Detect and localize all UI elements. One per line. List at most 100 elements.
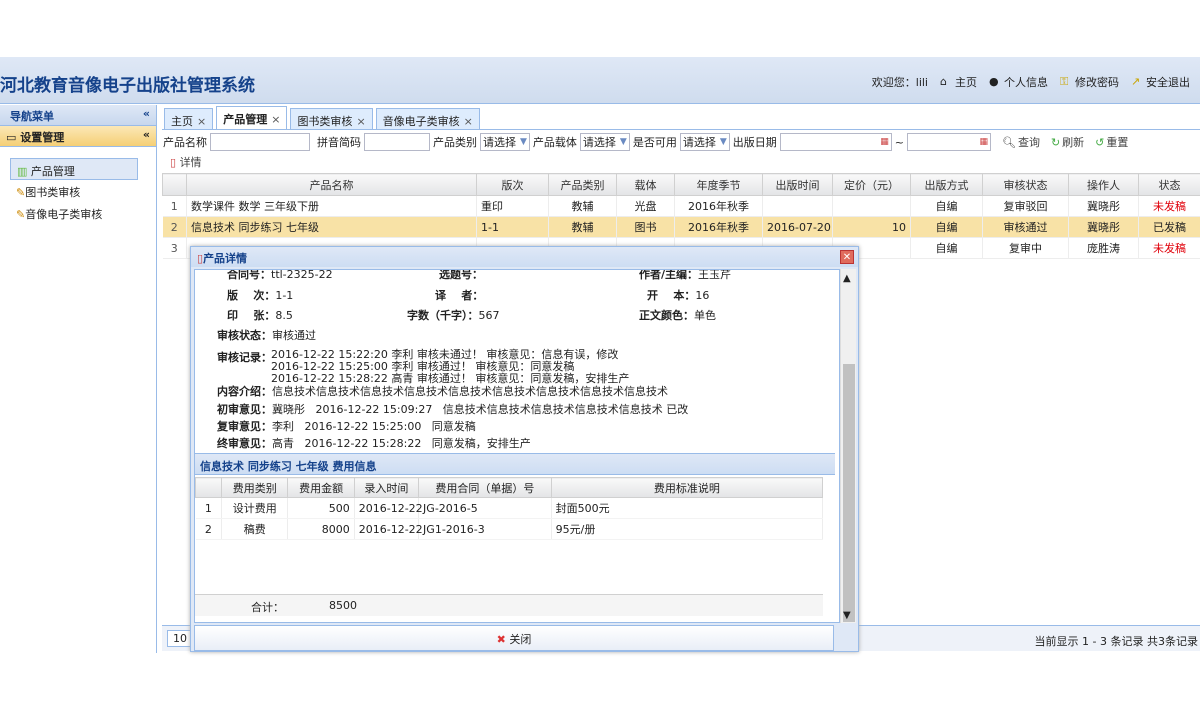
tab-close-icon[interactable]: × (197, 115, 206, 128)
welcome-text: 欢迎您：lili (871, 76, 928, 89)
exit-icon: ↗ (1131, 75, 1141, 88)
col-name[interactable]: 产品名称 (186, 173, 477, 196)
detail-button[interactable]: ▯ 详情 (162, 152, 1200, 172)
translator-field: 译 者： (435, 289, 484, 302)
first-review-field: 初审意见：冀晓彤 2016-12-22 15:09:27 信息技术信息技术信息技… (217, 403, 689, 416)
fee-col-desc[interactable]: 费用标准说明 (550, 477, 824, 498)
pinyin-input[interactable] (364, 133, 430, 151)
fee-section-title: 信息技术 同步练习 七年级 费用信息 (195, 453, 835, 475)
chevron-down-icon[interactable]: ▼ (843, 610, 851, 621)
section-toggle-icon[interactable]: « (143, 128, 150, 141)
col-method[interactable]: 出版方式 (910, 173, 983, 196)
home-icon: ⌂ (940, 75, 947, 88)
filter-bar: 产品名称 拼音简码 产品类别 请选择 ▼ 产品载体 请选择 ▼ 是否可用 请选择 ▼ … (162, 132, 1200, 152)
sidebar: 导航菜单 « ▭ 设置管理 « ▥ 产品管理 ✎图书类审核 ✎音像电子类审核 (0, 105, 157, 653)
col-status[interactable]: 状态 (1138, 173, 1200, 196)
col-operator[interactable]: 操作人 (1068, 173, 1139, 196)
dialog-header: ▯产品详情 ✕ (191, 247, 858, 267)
sidebar-item-av-review[interactable]: ✎音像电子类审核 (10, 202, 138, 224)
reset-icon: ↺ (1095, 135, 1105, 149)
change-password-link[interactable]: ⚿ 修改密码 (1060, 74, 1119, 90)
col-media[interactable]: 载体 (616, 173, 675, 196)
col-season[interactable]: 年度季节 (674, 173, 763, 196)
top-nav: 欢迎您：lili ⌂ 主页 ● 个人信息 ⚿ 修改密码 ↗ 安全退出 (872, 74, 1190, 90)
query-button[interactable]: 🔍︎ 查询 (1002, 134, 1040, 150)
fee-col-time[interactable]: 录入时间 (353, 477, 420, 498)
product-name-input[interactable] (210, 133, 310, 151)
sidebar-header: 导航菜单 « (0, 105, 156, 126)
words-field: 字数（千字）：567 (407, 309, 500, 322)
col-index (162, 173, 187, 196)
sidebar-section-settings[interactable]: ▭ 设置管理 « (0, 126, 156, 147)
second-review-field: 复审意见：李利 2016-12-22 15:25:00 同意发稿 (217, 420, 476, 433)
header: 河北教育音像电子出版社管理系统 欢迎您：lili ⌂ 主页 ● 个人信息 ⚿ 修改密码… (0, 57, 1200, 104)
table-row[interactable]: 2 信息技术 同步练习 七年级 1-1 教辅 图书 2016年秋季 2016-07-20 10… (162, 216, 1200, 238)
topic-field: 选题号： (439, 269, 483, 281)
chevron-down-icon: ▼ (719, 137, 727, 147)
sheets-field: 印 张：8.5 (227, 309, 293, 322)
fee-col-contract[interactable]: 费用合同（单据）号 (418, 477, 552, 498)
fee-header-row: 费用类别 费用金额 录入时间 费用合同（单据）号 费用标准说明 (195, 477, 824, 498)
fee-sum-row: 合计： 8500 (195, 594, 823, 616)
fee-grid: 费用类别 费用金额 录入时间 费用合同（单据）号 费用标准说明 1 设计费用 500… (195, 477, 835, 540)
chevron-down-icon: ▼ (520, 137, 527, 147)
table-row[interactable]: 2 稿费 8000 2016-12-22 JG1-2016-3 95元/册 (195, 518, 824, 540)
available-select[interactable]: 请选择 ▼ (679, 133, 730, 151)
tab-close-icon[interactable]: × (356, 115, 365, 128)
table-row[interactable]: 1 数学课件 数学 三年级下册 重印 教辅 光盘 2016年秋季 自编 复审驳回 冀晓彤 未发稿 (162, 195, 1200, 217)
refresh-icon: ↻ (1050, 135, 1061, 149)
tab-home[interactable]: 主页 × (164, 108, 214, 129)
tab-book-review[interactable]: 图书类审核 × (290, 108, 373, 129)
col-type[interactable]: 产品类别 (548, 173, 617, 196)
collapse-sidebar-icon[interactable]: « (143, 107, 150, 120)
product-detail-dialog: ▯产品详情 ✕ 合同号：ttl-2325-22 选题号： 作者/主编：王玉芹 版… (190, 246, 859, 652)
logout-link[interactable]: ↗ 安全退出 (1131, 74, 1190, 90)
format-field: 开 本：16 (647, 289, 710, 302)
close-icon[interactable]: ✕ (840, 250, 854, 264)
edit-icon: ✎ (16, 208, 26, 221)
calendar-icon[interactable]: ▦ (880, 137, 889, 147)
fee-col-type[interactable]: 费用类别 (221, 477, 289, 498)
tab-av-review[interactable]: 音像电子类审核 × (375, 108, 480, 129)
table-row[interactable]: 1 设计费用 500 2016-12-22 JG-2016-5 封面500元 (195, 497, 824, 519)
key-icon: ⚿ (1060, 75, 1069, 88)
tab-close-icon[interactable]: × (464, 115, 473, 128)
color-field: 正文颜色：单色 (639, 309, 716, 322)
profile-link[interactable]: ● 个人信息 (989, 74, 1048, 90)
media-select[interactable]: 请选择 ▼ (579, 133, 630, 151)
date-to-input[interactable]: ▦ (906, 133, 991, 151)
review-record-field: 审核记录： 2016-12-22 15:22:20 李利 审核未通过！ 审核意见… (217, 348, 630, 385)
tab-bar: 主页 × 产品管理 × 图书类审核 × 音像电子类审核 × (162, 105, 1200, 130)
chevron-up-icon[interactable]: ▲ (843, 273, 851, 284)
review-status-field: 审核状态：审核通过 (217, 329, 316, 342)
tab-close-icon[interactable]: × (271, 113, 280, 126)
contract-field: 合同号：ttl-2325-22 (227, 269, 333, 281)
col-pubdate[interactable]: 出版时间 (762, 173, 833, 196)
col-price[interactable]: 定价（元） (832, 173, 911, 196)
folder-icon: ▭ (6, 131, 17, 144)
scrollbar-thumb[interactable] (843, 364, 855, 622)
reset-button[interactable]: ↺ 重置 (1095, 134, 1128, 150)
refresh-button[interactable]: ↻ 刷新 (1051, 134, 1084, 150)
dialog-scrollbar[interactable]: ▲ ▼ (840, 269, 856, 623)
col-edition[interactable]: 版次 (476, 173, 549, 196)
app-title: 河北教育音像电子出版社管理系统 (0, 76, 255, 96)
type-select[interactable]: 请选择 ▼ (480, 133, 530, 151)
col-review[interactable]: 审核状态 (982, 173, 1069, 196)
pager-info: 当前显示 1 - 3 条记录 共3条记录 (1034, 635, 1198, 648)
sidebar-item-book-review[interactable]: ✎图书类审核 (10, 180, 138, 202)
detail-icon: ▯ (170, 156, 177, 169)
fee-col-amount[interactable]: 费用金额 (287, 477, 355, 498)
edition-field: 版 次：1-1 (227, 289, 294, 302)
sidebar-item-product[interactable]: ▥ 产品管理 (10, 158, 138, 180)
user-icon: ● (989, 75, 999, 88)
home-link[interactable]: ⌂ 主页 (940, 74, 977, 90)
calendar-icon[interactable]: ▦ (979, 137, 988, 147)
tab-product[interactable]: 产品管理 × (216, 106, 288, 129)
close-icon: ✖ (496, 633, 506, 646)
grid-header-row: 产品名称 版次 产品类别 载体 年度季节 出版时间 定价（元） 出版方式 审核状… (162, 173, 1200, 196)
chevron-down-icon: ▼ (619, 137, 627, 147)
close-button[interactable]: ✖ 关闭 (194, 625, 834, 651)
author-field: 作者/主编：王玉芹 (639, 269, 732, 281)
date-from-input[interactable]: ▦ (779, 133, 892, 151)
